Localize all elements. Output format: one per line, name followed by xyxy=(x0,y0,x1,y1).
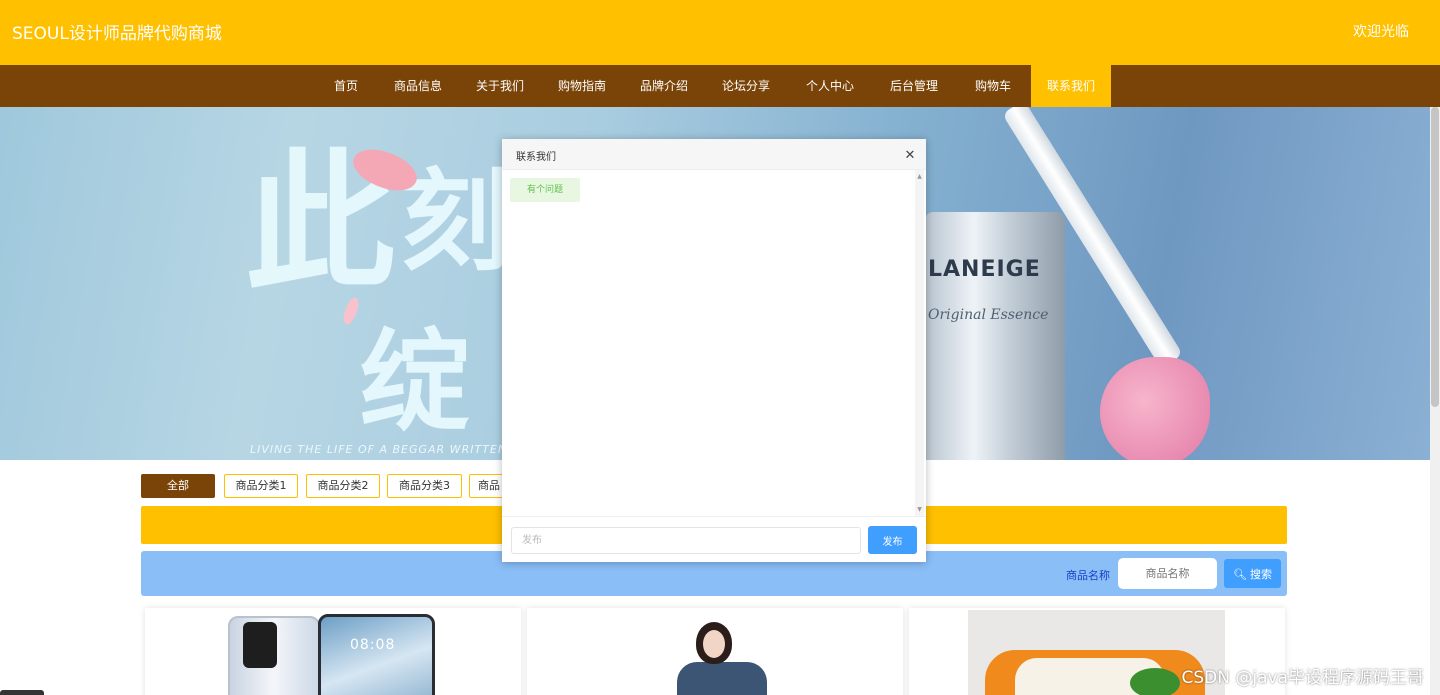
chat-input[interactable] xyxy=(511,527,861,554)
model-face xyxy=(703,630,725,658)
search-label: 商品名称 xyxy=(1066,569,1110,582)
nav-item-about[interactable]: 关于我们 xyxy=(469,65,531,107)
model-jacket xyxy=(677,662,767,695)
watermark: CSDN @java毕设程序源码王哥 xyxy=(1181,668,1425,688)
chat-message: 有个问题 xyxy=(510,178,580,202)
send-button[interactable]: 发布 xyxy=(868,526,917,554)
scroll-up-icon[interactable]: ▲ xyxy=(915,172,924,181)
pink-fabric-image xyxy=(1100,357,1210,460)
nav-item-shopping-guide[interactable]: 购物指南 xyxy=(551,65,613,107)
nav-item-home[interactable]: 首页 xyxy=(320,65,372,107)
top-header: SEOUL设计师品牌代购商城 欢迎光临 xyxy=(0,0,1440,65)
corner-tab xyxy=(0,690,44,695)
product-bottle-image: LANEIGE Original Essence xyxy=(925,107,1065,460)
banner-glyph-3: 绽 xyxy=(360,317,470,446)
nav-item-admin[interactable]: 后台管理 xyxy=(883,65,945,107)
dialog-header[interactable]: 联系我们 ✕ xyxy=(502,139,926,170)
lunchbox-vegetables xyxy=(1130,668,1180,695)
phone-camera xyxy=(243,622,277,668)
nav-item-user-center[interactable]: 个人中心 xyxy=(799,65,861,107)
phone-time: 08:08 xyxy=(350,637,396,653)
category-3[interactable]: 商品分类3 xyxy=(387,474,462,498)
chat-scrollbar[interactable]: ▲ ▼ xyxy=(915,170,924,516)
dialog-title: 联系我们 xyxy=(516,152,556,163)
nav-item-brand-intro[interactable]: 品牌介绍 xyxy=(633,65,695,107)
welcome-text: 欢迎光临 xyxy=(1353,24,1409,40)
page-root: SEOUL设计师品牌代购商城 欢迎光临 首页 商品信息 关于我们 购物指南 品牌… xyxy=(0,0,1440,695)
category-1[interactable]: 商品分类1 xyxy=(224,474,298,498)
search-icon: 🔍︎ xyxy=(1232,568,1247,581)
dialog-divider xyxy=(502,516,926,517)
phone-front-image xyxy=(318,614,435,695)
banner-tagline: LIVING THE LIFE OF A BEGGAR WRITTEN B xyxy=(250,443,521,456)
search-button[interactable]: 🔍︎ 搜索 xyxy=(1224,559,1281,588)
scroll-down-icon[interactable]: ▼ xyxy=(915,505,924,514)
search-button-label: 搜索 xyxy=(1250,568,1273,581)
contact-dialog: 联系我们 ✕ 有个问题 ▲ ▼ 发布 xyxy=(502,139,926,562)
nav-item-cart[interactable]: 购物车 xyxy=(962,65,1024,107)
banner-glyph-2: 刻 xyxy=(400,157,510,286)
bottle-body xyxy=(925,212,1065,460)
site-title: SEOUL设计师品牌代购商城 xyxy=(12,24,222,44)
nav-item-forum[interactable]: 论坛分享 xyxy=(715,65,777,107)
category-all[interactable]: 全部 xyxy=(141,474,215,498)
close-icon[interactable]: ✕ xyxy=(902,148,918,164)
main-nav: 首页 商品信息 关于我们 购物指南 品牌介绍 论坛分享 个人中心 后台管理 购物… xyxy=(0,65,1440,107)
page-scrollbar-thumb[interactable] xyxy=(1431,107,1439,407)
category-2[interactable]: 商品分类2 xyxy=(306,474,380,498)
bottle-brand-text: LANEIGE xyxy=(928,257,1041,282)
chat-message-area xyxy=(502,170,926,516)
bottle-sub-text: Original Essence xyxy=(928,307,1049,323)
search-input[interactable] xyxy=(1118,558,1217,589)
nav-item-contact[interactable]: 联系我们 xyxy=(1031,65,1111,107)
banner-glyph-1: 此 xyxy=(245,135,396,311)
nav-item-products[interactable]: 商品信息 xyxy=(387,65,449,107)
